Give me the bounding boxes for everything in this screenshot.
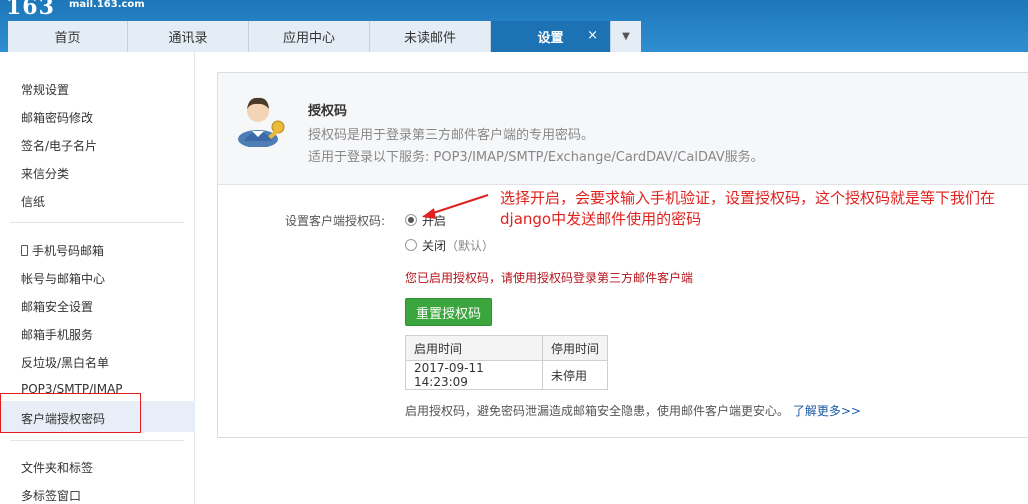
tab-unread-mail[interactable]: 未读邮件: [370, 21, 491, 52]
user-key-icon: [238, 97, 285, 147]
sidebar-item-filters[interactable]: 来信分类: [21, 165, 69, 182]
sidebar-item-pop3[interactable]: POP3/SMTP/IMAP: [21, 382, 123, 396]
sidebar-divider: [10, 222, 184, 223]
sidebar-item-phone-mail[interactable]: 手机号码邮箱: [21, 242, 104, 259]
sidebar-divider: [10, 440, 184, 441]
sidebar-item-client-auth[interactable]: 客户端授权密码: [21, 410, 105, 427]
cell-enabled-time: 2017-09-11 14:23:09: [405, 360, 543, 390]
sidebar-item-password[interactable]: 邮箱密码修改: [21, 109, 93, 126]
main-tabs: 首页 通讯录 应用中心 未读邮件 设置 × ▼: [8, 21, 641, 52]
chevron-down-icon[interactable]: ▼: [611, 21, 641, 52]
column-header-enabled: 启用时间: [405, 335, 543, 361]
radio-disable-text: 关闭: [422, 239, 447, 253]
phone-icon: [21, 245, 28, 256]
radio-disable-note: （默认）: [446, 239, 495, 253]
footer-text: 启用授权码，避免密码泄漏造成邮箱安全隐患，使用邮件客户端更安心。: [405, 404, 790, 418]
sidebar-item-security[interactable]: 邮箱安全设置: [21, 298, 93, 315]
panel-footer: 启用授权码，避免密码泄漏造成邮箱安全隐患，使用邮件客户端更安心。 了解更多>>: [405, 402, 861, 419]
tab-settings-label: 设置: [537, 31, 564, 46]
table-header-row: 启用时间 停用时间: [405, 335, 608, 361]
radio-disable-label[interactable]: 关闭（默认）: [422, 237, 494, 254]
radio-disable[interactable]: [405, 239, 417, 251]
column-header-disabled: 停用时间: [542, 335, 608, 361]
panel-header: 授权码 授权码是用于登录第三方邮件客户端的专用密码。 适用于登录以下服务: PO…: [218, 73, 1028, 185]
reset-auth-code-button[interactable]: 重置授权码: [405, 298, 492, 326]
sidebar-item-general[interactable]: 常规设置: [21, 81, 69, 98]
brand-domain: mail.163.com: [69, 0, 145, 10]
tab-home[interactable]: 首页: [8, 21, 128, 52]
top-header: 163 mail.163.com 首页 通讯录 应用中心 未读邮件 设置 × ▼: [0, 0, 1028, 52]
table-row: 2017-09-11 14:23:09 未停用: [405, 360, 608, 390]
sidebar-item-signature[interactable]: 签名/电子名片: [21, 137, 97, 154]
settings-sidebar: 常规设置 邮箱密码修改 签名/电子名片 来信分类 信纸 手机号码邮箱 帐号与邮箱…: [0, 52, 195, 504]
sidebar-item-stationery[interactable]: 信纸: [21, 193, 45, 210]
auth-setting-label: 设置客户端授权码:: [285, 214, 386, 228]
cell-disabled-time: 未停用: [542, 360, 608, 390]
learn-more-link[interactable]: 了解更多>>: [793, 404, 861, 418]
tab-contacts[interactable]: 通讯录: [128, 21, 249, 52]
auth-time-table: 启用时间 停用时间 2017-09-11 14:23:09 未停用: [405, 335, 608, 390]
auth-enabled-notice: 您已启用授权码，请使用授权码登录第三方邮件客户端: [405, 271, 694, 285]
panel-title: 授权码: [308, 104, 348, 119]
sidebar-item-multitab[interactable]: 多标签窗口: [21, 487, 81, 504]
brand-logo[interactable]: 163: [6, 0, 55, 20]
annotation-text: 选择开启，会要求输入手机验证，设置授权码，这个授权码就是等下我们在django中…: [500, 189, 996, 228]
sidebar-item-folders[interactable]: 文件夹和标签: [21, 459, 93, 476]
radio-enable[interactable]: [405, 214, 417, 226]
auth-code-panel: 授权码 授权码是用于登录第三方邮件客户端的专用密码。 适用于登录以下服务: PO…: [217, 72, 1028, 438]
sidebar-item-antispam[interactable]: 反垃圾/黑白名单: [21, 354, 109, 371]
tab-app-center[interactable]: 应用中心: [249, 21, 370, 52]
sidebar-item-phone-service[interactable]: 邮箱手机服务: [21, 326, 93, 343]
panel-services: 适用于登录以下服务: POP3/IMAP/SMTP/Exchange/CardD…: [308, 150, 764, 165]
panel-description: 授权码是用于登录第三方邮件客户端的专用密码。: [308, 128, 595, 143]
annotation-arrow: [422, 194, 489, 219]
sidebar-item-account-center[interactable]: 帐号与邮箱中心: [21, 270, 105, 287]
sidebar-item-label: 手机号码邮箱: [32, 244, 105, 258]
close-icon[interactable]: ×: [587, 28, 598, 43]
tab-settings[interactable]: 设置 ×: [491, 21, 611, 52]
